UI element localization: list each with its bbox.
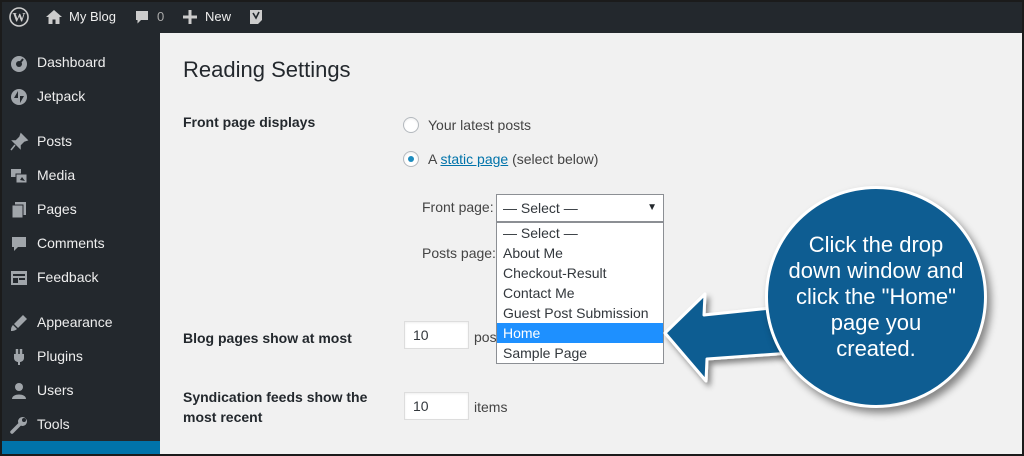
appearance-icon: [11, 315, 27, 331]
media-icon: [11, 169, 28, 184]
home-icon: [46, 9, 62, 24]
dropdown-option[interactable]: — Select —: [497, 223, 663, 243]
feedback-icon: [11, 271, 27, 285]
front-page-dropdown-list[interactable]: — Select — About Me Checkout-Result Cont…: [496, 222, 664, 364]
dropdown-option[interactable]: Guest Post Submission: [497, 303, 663, 323]
dashboard-icon: [11, 56, 27, 72]
plugins-icon: [14, 349, 24, 365]
sidebar-item-plugins[interactable]: Plugins: [0, 339, 160, 373]
dropdown-option[interactable]: About Me: [497, 243, 663, 263]
radio-static-page[interactable]: A static page (select below): [403, 151, 598, 167]
admin-bar: W My Blog 0 New: [0, 0, 1024, 33]
sidebar-item-settings-current[interactable]: [0, 441, 160, 456]
sidebar-item-appearance[interactable]: Appearance: [0, 305, 160, 339]
site-name: My Blog: [69, 9, 116, 24]
static-prefix: A: [428, 151, 437, 167]
syndication-suffix: items: [474, 399, 508, 415]
sidebar-item-posts[interactable]: Posts: [0, 124, 160, 158]
syndication-label-line2: most recent: [183, 409, 263, 425]
new-content-link[interactable]: New: [183, 0, 231, 33]
syndication-input[interactable]: 10: [404, 392, 469, 420]
comments-icon: [12, 237, 26, 251]
blog-pages-label: Blog pages show at most: [183, 330, 352, 346]
admin-sidebar: Dashboard Jetpack Posts Media Pages Comm…: [0, 33, 160, 456]
plus-icon: [183, 9, 197, 24]
comments-link[interactable]: 0: [134, 0, 164, 33]
sidebar-item-media[interactable]: Media: [0, 158, 160, 192]
sidebar-item-tools[interactable]: Tools: [0, 407, 160, 441]
pin-icon: [10, 132, 29, 151]
comment-bubble-icon: [136, 10, 148, 23]
users-icon: [12, 383, 26, 399]
sidebar-item-jetpack[interactable]: Jetpack: [0, 79, 160, 113]
blog-pages-input[interactable]: 10: [404, 321, 469, 349]
tools-icon: [10, 417, 27, 434]
posts-page-label: Posts page:: [422, 245, 496, 261]
comment-count: 0: [157, 9, 165, 24]
dropdown-option[interactable]: Contact Me: [497, 283, 663, 303]
dropdown-arrow-icon: ▼: [647, 202, 657, 213]
sidebar-item-feedback[interactable]: Feedback: [0, 260, 160, 294]
radio-latest-posts-label: Your latest posts: [428, 117, 531, 133]
syndication-label-line1: Syndication feeds show the: [183, 389, 368, 405]
yoast-icon[interactable]: [248, 0, 264, 33]
sidebar-item-users[interactable]: Users: [0, 373, 160, 407]
front-page-displays-label: Front page displays: [183, 114, 316, 130]
static-suffix: (select below): [512, 151, 599, 167]
dropdown-option[interactable]: Checkout-Result: [497, 263, 663, 283]
jetpack-icon: [11, 89, 27, 105]
wordpress-logo-icon[interactable]: W: [9, 0, 29, 33]
sidebar-item-dashboard[interactable]: Dashboard: [0, 45, 160, 79]
select-value: — Select —: [503, 200, 578, 216]
new-label: New: [205, 9, 232, 24]
radio-latest-posts[interactable]: Your latest posts: [403, 117, 531, 133]
sidebar-item-comments[interactable]: Comments: [0, 226, 160, 260]
front-page-select[interactable]: — Select — ▼: [496, 194, 664, 222]
svg-text:W: W: [13, 9, 26, 24]
sidebar-item-pages[interactable]: Pages: [0, 192, 160, 226]
radio-button[interactable]: [403, 117, 419, 133]
front-page-label: Front page:: [422, 199, 494, 215]
static-page-link[interactable]: static page: [440, 151, 508, 167]
my-blog-link[interactable]: My Blog: [45, 0, 116, 33]
page-title: Reading Settings: [183, 57, 351, 82]
dropdown-option[interactable]: Sample Page: [497, 343, 663, 363]
blog-pages-suffix: pos: [474, 329, 497, 345]
syndication-label: Syndication feeds show the most recent: [183, 387, 367, 427]
radio-button-checked[interactable]: [403, 151, 419, 167]
instruction-callout: Click the drop down window and click the…: [765, 186, 987, 408]
dropdown-option-highlighted[interactable]: Home: [497, 323, 663, 343]
pages-icon: [11, 202, 26, 219]
